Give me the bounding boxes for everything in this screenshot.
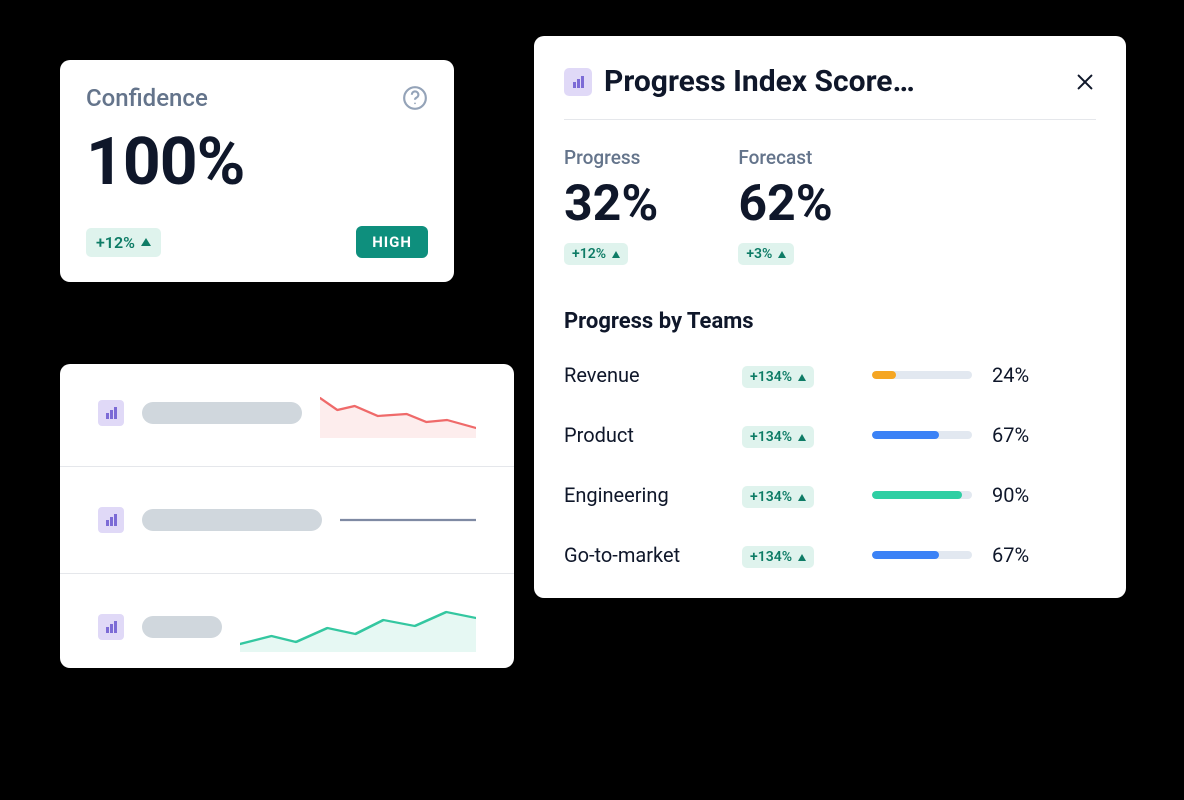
team-progress-bar <box>872 371 972 379</box>
confidence-card: Confidence 100% +12% HIGH <box>60 60 454 282</box>
metric-label: Forecast <box>738 146 832 169</box>
help-icon[interactable] <box>402 85 428 111</box>
metric-forecast: Forecast 62% +3% <box>738 146 832 265</box>
panel-header: Progress Index Score… <box>564 64 1096 120</box>
confidence-title: Confidence <box>86 84 208 112</box>
chart-icon <box>98 400 124 426</box>
team-name: Revenue <box>564 363 742 387</box>
confidence-delta-value: +12% <box>96 233 135 252</box>
close-icon[interactable] <box>1074 71 1096 93</box>
trend-up-icon <box>141 238 151 246</box>
trend-up-icon <box>798 374 806 381</box>
metrics-row: Progress 32% +12% Forecast 62% +3% <box>564 146 1096 265</box>
skeleton-placeholder <box>142 616 222 638</box>
skeleton-placeholder <box>142 509 322 531</box>
metric-delta-badge: +3% <box>738 243 794 265</box>
team-delta: +134% <box>742 482 872 508</box>
confidence-delta-badge: +12% <box>86 228 161 257</box>
trend-up-icon <box>778 251 786 258</box>
metric-label: Progress <box>564 146 658 169</box>
team-delta-value: +134% <box>750 429 792 445</box>
confidence-footer: +12% HIGH <box>86 226 428 258</box>
trend-up-icon <box>798 554 806 561</box>
chart-icon <box>98 614 124 640</box>
team-row: Product +134% 67% <box>564 422 1096 448</box>
progress-panel: Progress Index Score… Progress 32% +12% … <box>534 36 1126 598</box>
team-delta-badge: +134% <box>742 486 814 508</box>
team-delta-value: +134% <box>750 549 792 565</box>
team-row: Go-to-market +134% 67% <box>564 542 1096 568</box>
trend-up-icon <box>798 434 806 441</box>
team-name: Engineering <box>564 483 742 507</box>
team-name: Product <box>564 423 742 447</box>
team-progress-value: 90% <box>992 483 1042 507</box>
sparkline-flat <box>340 495 476 545</box>
team-progress-value: 67% <box>992 543 1042 567</box>
team-delta-badge: +134% <box>742 426 814 448</box>
team-progress-bar <box>872 431 972 439</box>
teams-list: Revenue +134% 24% Product +134% 67% Engi… <box>564 362 1096 568</box>
metric-value: 32% <box>564 179 658 229</box>
team-delta: +134% <box>742 422 872 448</box>
team-progress-fill <box>872 491 962 499</box>
metric-value: 62% <box>738 179 832 229</box>
metric-delta-value: +12% <box>572 246 606 262</box>
team-progress-bar <box>872 551 972 559</box>
sparkline-down <box>320 388 476 438</box>
sparkline-up <box>240 602 476 652</box>
team-progress-bar <box>872 491 972 499</box>
team-row: Engineering +134% 90% <box>564 482 1096 508</box>
team-delta-value: +134% <box>750 369 792 385</box>
panel-title: Progress Index Score… <box>604 64 1062 99</box>
team-row: Revenue +134% 24% <box>564 362 1096 388</box>
team-progress-value: 24% <box>992 363 1042 387</box>
sparkline-row <box>60 602 514 662</box>
team-delta: +134% <box>742 362 872 388</box>
sparkline-row <box>60 388 514 467</box>
trend-up-icon <box>798 494 806 501</box>
team-progress-fill <box>872 551 939 559</box>
metric-delta-value: +3% <box>746 246 772 262</box>
team-delta-badge: +134% <box>742 366 814 388</box>
team-progress-value: 67% <box>992 423 1042 447</box>
trend-up-icon <box>612 251 620 258</box>
chart-icon <box>98 507 124 533</box>
sparkline-card <box>60 364 514 668</box>
confidence-level-badge: HIGH <box>356 226 428 258</box>
metric-delta-badge: +12% <box>564 243 628 265</box>
teams-section-title: Progress by Teams <box>564 309 1096 334</box>
confidence-value: 100% <box>86 130 428 196</box>
team-delta: +134% <box>742 542 872 568</box>
chart-icon <box>564 68 592 96</box>
team-progress-fill <box>872 371 896 379</box>
sparkline-row <box>60 495 514 574</box>
team-delta-value: +134% <box>750 489 792 505</box>
confidence-header: Confidence <box>86 84 428 112</box>
team-name: Go-to-market <box>564 543 742 567</box>
team-progress-fill <box>872 431 939 439</box>
metric-progress: Progress 32% +12% <box>564 146 658 265</box>
team-delta-badge: +134% <box>742 546 814 568</box>
skeleton-placeholder <box>142 402 302 424</box>
